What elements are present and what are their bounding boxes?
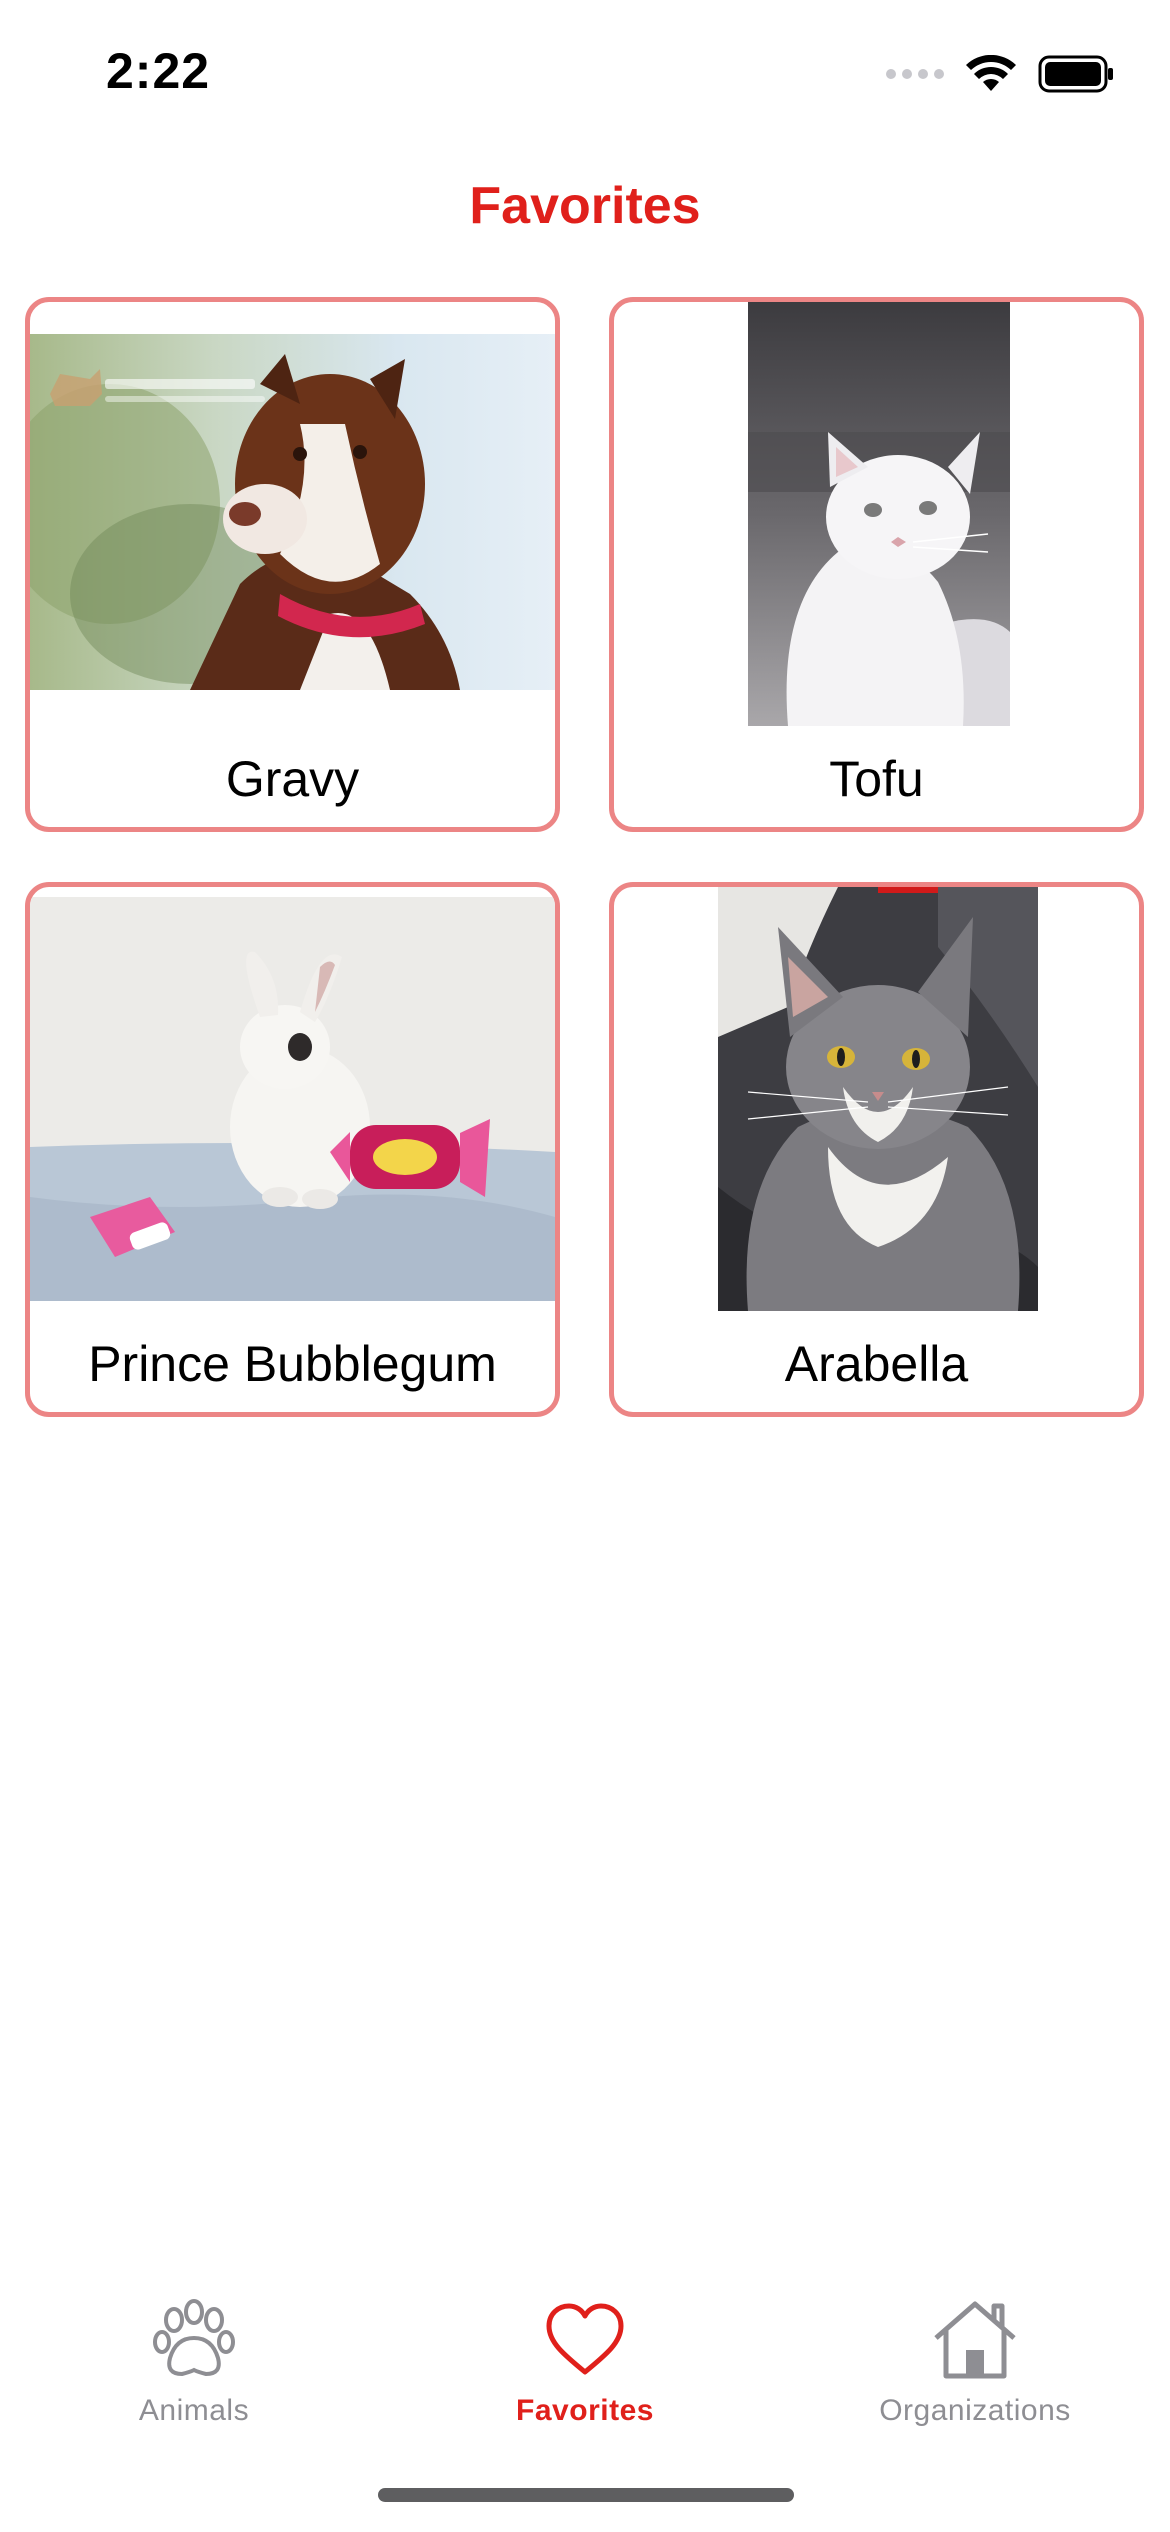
favorite-card-arabella[interactable]: Arabella — [609, 882, 1144, 1417]
tab-label: Organizations — [879, 2394, 1071, 2427]
tab-label: Animals — [138, 2394, 250, 2427]
white-cat-photo — [748, 302, 1010, 726]
battery-icon — [1038, 55, 1113, 93]
status-icons — [886, 52, 1114, 96]
dog-photo — [30, 334, 555, 690]
favorite-name: Arabella — [784, 1336, 969, 1392]
tab-favorites[interactable]: Favorites — [435, 2270, 735, 2450]
home-indicator[interactable] — [378, 2488, 794, 2502]
page-title: Favorites — [469, 177, 701, 235]
favorite-name: Gravy — [225, 751, 360, 807]
favorite-card-tofu[interactable]: Tofu — [609, 297, 1144, 832]
favorite-card-prince-bubblegum[interactable]: Prince Bubblegum — [25, 882, 560, 1417]
status-time: 2:22 — [106, 43, 211, 99]
rabbit-photo — [30, 897, 555, 1301]
house-icon — [825, 2298, 1125, 2388]
status-bar: 2:22 — [0, 0, 1170, 150]
tab-animals[interactable]: Animals — [44, 2270, 344, 2450]
favorite-card-gravy[interactable]: Gravy — [25, 297, 560, 832]
cellular-signal-icon — [886, 69, 944, 79]
favorite-name: Prince Bubblegum — [88, 1336, 497, 1392]
tab-label: Favorites — [516, 2394, 654, 2427]
wifi-icon — [966, 55, 1016, 91]
heart-icon — [435, 2298, 735, 2388]
gray-cat-photo — [718, 887, 1038, 1311]
paw-icon — [44, 2298, 344, 2388]
favorite-name: Tofu — [829, 751, 924, 807]
favorites-screen: 2:22 Favorites Gravy Tofu Prince Bubbleg… — [0, 0, 1170, 2532]
tab-organizations[interactable]: Organizations — [825, 2270, 1125, 2450]
